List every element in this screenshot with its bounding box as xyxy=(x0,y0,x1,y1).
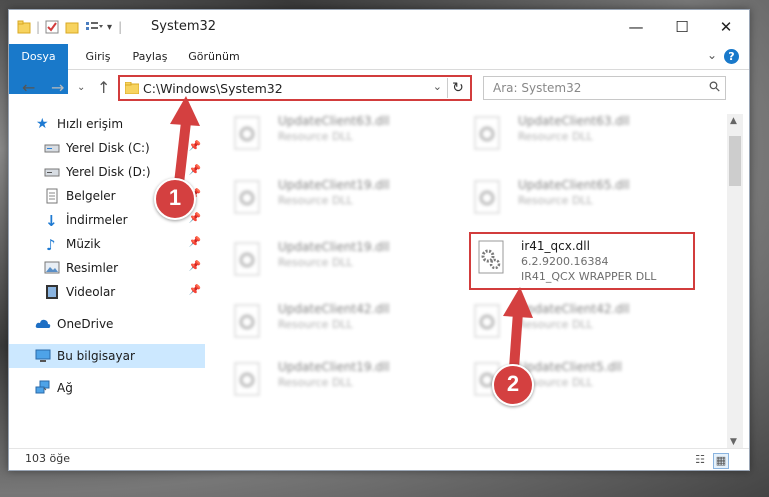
search-icon[interactable]: ⚲ xyxy=(706,78,725,97)
list-item[interactable]: UpdateClient42.dll Resource DLL xyxy=(227,298,447,348)
list-item[interactable]: UpdateClient65.dll Resource DLL xyxy=(467,174,687,224)
tiles-view-icon[interactable]: ▦ xyxy=(713,453,729,469)
address-path: C:\Windows\System32 xyxy=(143,81,283,96)
item-count: 103 öğe xyxy=(25,452,70,465)
sidebar-item-videos[interactable]: Videolar 📌 xyxy=(9,280,205,304)
forward-button[interactable]: → xyxy=(51,78,64,97)
customize-qa-icon[interactable]: ▾ xyxy=(107,22,112,33)
sidebar-item-network[interactable]: Ağ xyxy=(9,376,205,400)
folder-icon xyxy=(125,82,139,94)
up-button[interactable]: ↑ xyxy=(97,78,110,97)
title-bar: | ▾ | System32 — ☐ ✕ xyxy=(9,10,749,44)
drive-icon xyxy=(44,168,60,177)
help-icon[interactable]: ? xyxy=(724,49,739,64)
computer-icon xyxy=(35,349,51,362)
recent-locations-icon[interactable]: ⌄ xyxy=(77,82,85,93)
navigation-pane: ★ Hızlı erişim Yerel Disk (C:) 📌 Yerel D… xyxy=(9,110,205,450)
address-dropdown-icon[interactable]: ⌄ xyxy=(433,80,442,93)
maximize-button[interactable]: ☐ xyxy=(659,10,705,44)
scroll-down-icon[interactable]: ▼ xyxy=(730,437,737,447)
pin-icon[interactable]: 📌 xyxy=(189,141,201,152)
drive-icon xyxy=(44,144,60,153)
dll-file-icon xyxy=(474,116,500,150)
cloud-icon xyxy=(35,319,51,328)
new-folder-icon[interactable] xyxy=(65,20,79,34)
scroll-up-icon[interactable]: ▲ xyxy=(730,116,737,126)
refresh-icon[interactable]: ↻ xyxy=(447,78,468,98)
pin-icon[interactable]: 📌 xyxy=(189,237,201,248)
list-item[interactable]: UpdateClient19.dll Resource DLL xyxy=(227,236,447,286)
close-button[interactable]: ✕ xyxy=(703,10,749,44)
dll-file-icon xyxy=(234,304,260,338)
back-button[interactable]: ← xyxy=(22,78,35,97)
minimize-button[interactable]: — xyxy=(613,10,659,44)
search-box[interactable]: Ara: System32 ⚲ xyxy=(483,76,726,100)
sidebar-item-music[interactable]: ♪ Müzik 📌 xyxy=(9,232,205,256)
separator: | xyxy=(118,20,123,34)
list-item[interactable]: UpdateClient19.dll Resource DLL xyxy=(227,356,447,406)
sidebar-item-this-pc[interactable]: Bu bilgisayar xyxy=(9,344,205,368)
dll-file-icon xyxy=(234,116,260,150)
details-view-icon[interactable]: ☷ xyxy=(693,453,707,467)
tab-share[interactable]: Paylaş xyxy=(126,44,174,69)
dll-file-icon xyxy=(234,362,260,396)
list-item[interactable]: UpdateClient19.dll Resource DLL xyxy=(227,174,447,224)
list-item[interactable]: UpdateClient63.dll Resource DLL xyxy=(467,110,687,160)
separator: | xyxy=(36,20,41,34)
music-icon: ♪ xyxy=(46,236,56,254)
properties-icon[interactable] xyxy=(45,20,59,34)
status-bar: 103 öğe ☷ ▦ xyxy=(9,448,749,470)
dll-file-icon xyxy=(234,180,260,214)
ribbon-tabs: Dosya Giriş Paylaş Görünüm ⌄ ? xyxy=(9,44,749,94)
expand-ribbon-icon[interactable]: ⌄ xyxy=(707,48,717,62)
navigation-bar: ← → ⌄ ↑ C:\Windows\System32 ⌄ ↻ Ara: Sys… xyxy=(9,70,749,106)
sidebar-item-onedrive[interactable]: OneDrive xyxy=(9,312,205,336)
pin-icon[interactable]: 📌 xyxy=(189,165,201,176)
highlight-file-box xyxy=(469,232,695,290)
pin-icon[interactable]: 📌 xyxy=(189,285,201,296)
network-icon xyxy=(35,380,50,394)
folder-icon[interactable] xyxy=(17,20,31,34)
sidebar-item-local-disk-c[interactable]: Yerel Disk (C:) 📌 xyxy=(9,136,205,160)
sidebar-item-quick-access[interactable]: ★ Hızlı erişim xyxy=(9,112,205,136)
view-options-icon[interactable] xyxy=(85,20,104,34)
address-bar[interactable]: C:\Windows\System32 ⌄ ↻ xyxy=(118,75,472,101)
scroll-thumb[interactable] xyxy=(729,136,741,186)
step-badge-1: 1 xyxy=(154,178,196,220)
pictures-icon xyxy=(44,261,60,274)
dll-file-icon xyxy=(474,180,500,214)
explorer-window: | ▾ | System32 — ☐ ✕ Dosya Giriş Paylaş … xyxy=(8,9,750,471)
dll-file-icon xyxy=(474,304,500,338)
vertical-scrollbar[interactable]: ▲ ▼ xyxy=(727,114,743,449)
dll-file-icon xyxy=(234,242,260,276)
step-badge-2: 2 xyxy=(492,364,534,406)
sidebar-item-pictures[interactable]: Resimler 📌 xyxy=(9,256,205,280)
list-item[interactable]: UpdateClient63.dll Resource DLL xyxy=(227,110,447,160)
pin-icon[interactable]: 📌 xyxy=(189,213,201,224)
quick-access-toolbar: | ▾ | xyxy=(17,18,128,36)
download-icon: ↓ xyxy=(45,212,58,230)
pin-icon[interactable]: 📌 xyxy=(189,261,201,272)
search-input[interactable]: Ara: System32 xyxy=(493,81,581,95)
star-icon: ★ xyxy=(36,116,49,132)
window-title: System32 xyxy=(151,19,217,34)
video-icon xyxy=(46,285,58,299)
document-icon xyxy=(46,188,58,204)
tab-home[interactable]: Giriş xyxy=(76,44,120,69)
tab-view[interactable]: Görünüm xyxy=(184,44,244,69)
list-item[interactable]: UpdateClient42.dll Resource DLL xyxy=(467,298,687,348)
